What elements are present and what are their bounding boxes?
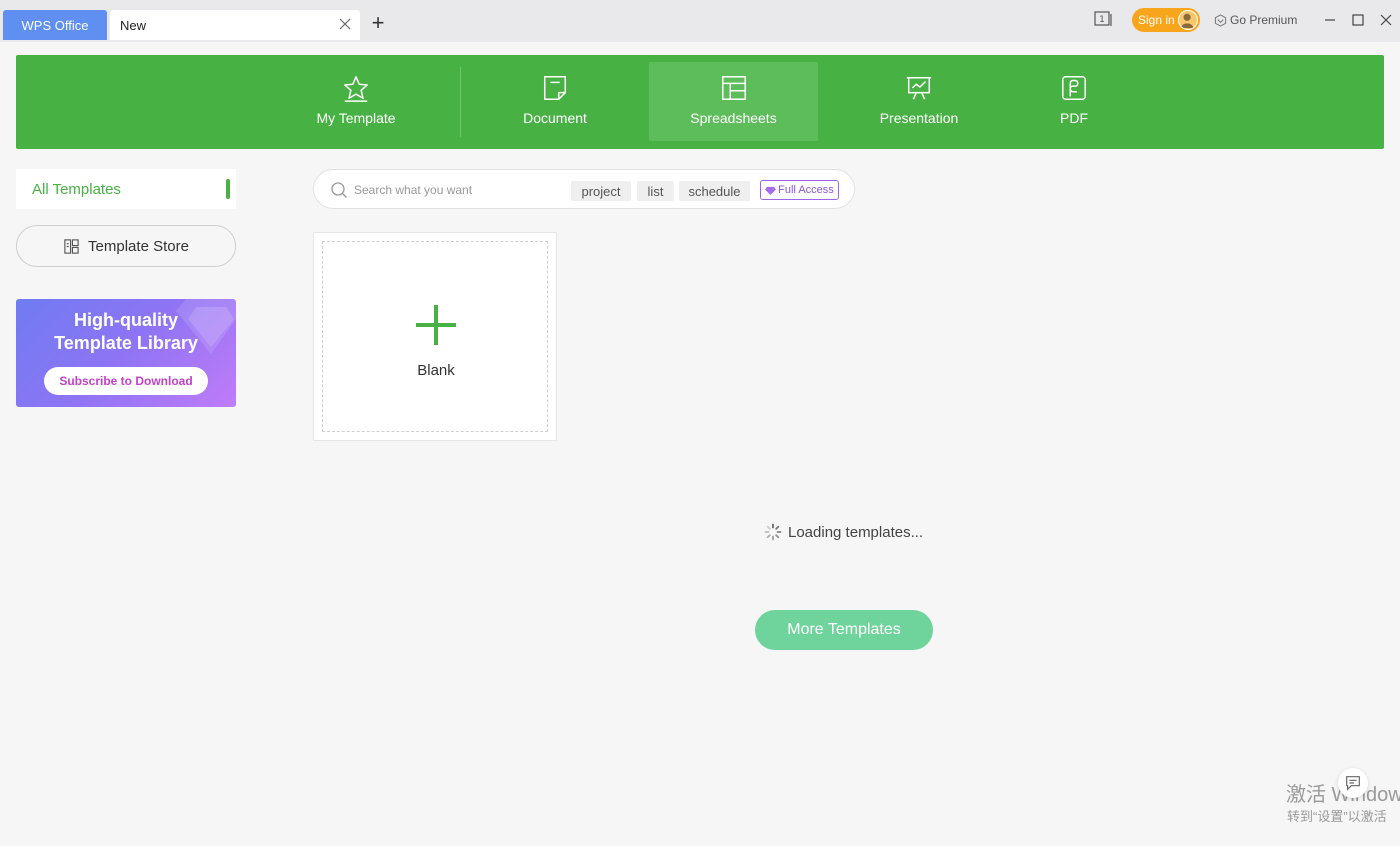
store-icon [64, 238, 79, 254]
blank-template-frame: Blank [322, 241, 548, 432]
spinner-icon [764, 523, 782, 541]
sign-in-label: Sign in [1138, 13, 1175, 27]
all-templates-label: All Templates [32, 180, 121, 198]
feedback-icon [1346, 776, 1360, 791]
feedback-button[interactable] [1338, 768, 1368, 798]
nav-my-template[interactable]: My Template [286, 62, 426, 141]
tab-new[interactable]: New [110, 10, 360, 40]
promo-title-line2: Template Library [54, 333, 198, 353]
presentation-icon [906, 76, 932, 100]
search-input[interactable] [354, 180, 564, 200]
sign-in-button[interactable]: Sign in [1132, 8, 1200, 32]
blank-template-label: Blank [417, 362, 455, 379]
template-search-bar: project list schedule Full Access [313, 169, 855, 209]
search-chip-schedule[interactable]: schedule [679, 181, 750, 201]
star-icon [344, 76, 368, 102]
spreadsheet-icon [721, 76, 746, 100]
nav-spreadsheets[interactable]: Spreadsheets [649, 62, 818, 141]
full-access-badge[interactable]: Full Access [760, 180, 839, 200]
window-count-icon[interactable]: 1 [1094, 11, 1114, 27]
nav-document-label: Document [523, 110, 587, 126]
nav-my-template-label: My Template [316, 110, 396, 126]
search-chip-list[interactable]: list [637, 181, 674, 201]
full-access-label: Full Access [778, 184, 834, 196]
search-chip-project[interactable]: project [571, 181, 631, 201]
tab-wps-office[interactable]: WPS Office [3, 10, 107, 40]
template-store-button[interactable]: Template Store [16, 225, 236, 267]
plus-icon [416, 305, 456, 345]
nav-presentation[interactable]: Presentation [849, 62, 989, 141]
tab-new-label: New [120, 17, 147, 33]
promo-title: High-quality Template Library [16, 309, 236, 355]
go-premium-button[interactable]: Go Premium [1214, 10, 1297, 30]
minimize-icon[interactable] [1320, 10, 1340, 30]
close-icon[interactable] [338, 17, 352, 31]
go-premium-label: Go Premium [1230, 13, 1298, 27]
more-templates-button[interactable]: More Templates [755, 610, 933, 650]
maximize-icon[interactable] [1348, 10, 1368, 30]
template-store-label: Template Store [88, 237, 189, 255]
nav-pdf[interactable]: PDF [1024, 62, 1124, 141]
subscribe-button[interactable]: Subscribe to Download [44, 367, 208, 395]
nav-divider [460, 67, 461, 137]
promo-title-line1: High-quality [74, 310, 178, 330]
sidebar-item-all-templates[interactable]: All Templates [16, 169, 236, 209]
add-tab-button[interactable]: + [368, 12, 388, 34]
blank-template-card[interactable]: Blank [313, 232, 557, 441]
promo-banner[interactable]: High-quality Template Library Subscribe … [16, 299, 236, 407]
close-window-icon[interactable] [1376, 10, 1396, 30]
title-bar: WPS Office New + 1 Sign in Go Premium [0, 0, 1400, 42]
document-icon [543, 76, 567, 100]
activation-subtitle: 转到“设置”以激活 [1287, 809, 1387, 824]
nav-pdf-label: PDF [1060, 110, 1088, 126]
premium-icon [1214, 13, 1227, 27]
nav-document[interactable]: Document [485, 62, 625, 141]
template-category-header: My Template Document Spreadsheets Presen… [16, 55, 1384, 149]
gem-icon [765, 186, 777, 195]
loading-text: Loading templates... [788, 523, 924, 541]
loading-indicator: Loading templates... [764, 523, 923, 541]
nav-presentation-label: Presentation [879, 110, 959, 126]
nav-spreadsheets-label: Spreadsheets [690, 110, 777, 126]
avatar-icon [1178, 10, 1198, 30]
pdf-icon [1062, 76, 1086, 100]
tab-wps-office-label: WPS Office [21, 17, 89, 33]
svg-text:1: 1 [1099, 15, 1105, 25]
active-indicator [226, 179, 230, 199]
search-icon [331, 182, 347, 198]
